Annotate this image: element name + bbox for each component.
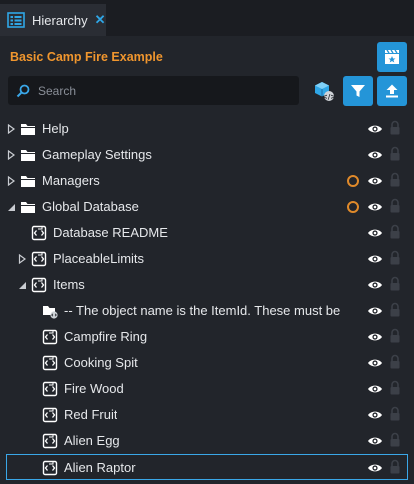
tree-row[interactable]: Campfire Ring [0, 324, 414, 350]
script-icon [42, 355, 58, 371]
tree-row[interactable]: PlaceableLimits [0, 246, 414, 272]
visibility-eye-icon[interactable] [367, 460, 383, 476]
tree-item-label: Cooking Spit [64, 355, 138, 370]
script-icon [42, 433, 58, 449]
tree-row[interactable]: Gameplay Settings [0, 142, 414, 168]
filter-button[interactable] [343, 76, 373, 106]
tab-title: Hierarchy [32, 12, 88, 28]
visibility-eye-icon[interactable] [367, 277, 383, 293]
lock-icon[interactable] [389, 380, 401, 396]
script-icon [31, 225, 47, 241]
tree-item-label: Campfire Ring [64, 329, 148, 344]
tree-row[interactable]: Items [0, 272, 414, 298]
search-input[interactable] [36, 82, 280, 99]
close-icon[interactable]: ✕ [95, 12, 106, 28]
hierarchy-icon [7, 12, 25, 28]
tree-item-label: Gameplay Settings [42, 147, 152, 162]
visibility-eye-icon[interactable] [367, 407, 383, 423]
lock-icon[interactable] [389, 224, 401, 240]
lock-icon[interactable] [389, 354, 401, 370]
lock-icon[interactable] [389, 406, 401, 422]
collapsed-arrow-icon[interactable] [6, 150, 16, 160]
svg-text:</>: </> [322, 93, 335, 101]
tree-row[interactable]: Cooking Spit [0, 350, 414, 376]
lock-icon[interactable] [389, 459, 401, 475]
collapsed-arrow-icon[interactable] [6, 124, 16, 134]
tree-row[interactable]: Global Database [0, 194, 414, 220]
tree-item-label: Alien Egg [64, 433, 120, 448]
script-icon [31, 277, 47, 293]
visibility-eye-icon[interactable] [367, 329, 383, 345]
visibility-eye-icon[interactable] [367, 355, 383, 371]
expanded-arrow-icon[interactable] [6, 202, 16, 212]
create-scene-button[interactable] [377, 42, 407, 72]
tree-row[interactable]: Help [0, 116, 414, 142]
visibility-eye-icon[interactable] [367, 303, 383, 319]
tree-row[interactable]: Database README [0, 220, 414, 246]
visibility-eye-icon[interactable] [367, 381, 383, 397]
tree-item-label: PlaceableLimits [53, 251, 145, 266]
script-icon [31, 251, 47, 267]
visibility-eye-icon[interactable] [367, 173, 383, 189]
folder-icon [21, 124, 35, 135]
folder-icon [21, 202, 35, 213]
tree-item-label: Fire Wood [64, 381, 124, 396]
tree-item-label: Red Fruit [64, 407, 118, 422]
lock-icon[interactable] [389, 328, 401, 344]
tree-row[interactable]: Fire Wood [0, 376, 414, 402]
script-icon [42, 381, 58, 397]
hierarchy-tree: Help Gameplay Settings Managers Global Data… [0, 116, 414, 480]
folder-icon [21, 176, 35, 187]
collapsed-arrow-icon[interactable] [17, 254, 27, 264]
lock-icon[interactable] [389, 146, 401, 162]
collapse-all-button[interactable] [377, 76, 407, 106]
tree-row[interactable]: Managers [0, 168, 414, 194]
visibility-eye-icon[interactable] [367, 251, 383, 267]
script-icon [42, 460, 58, 476]
hierarchy-panel: Basic Camp Fire Example </> He [0, 36, 414, 484]
visibility-eye-icon[interactable] [367, 147, 383, 163]
folder-icon [21, 150, 35, 161]
cube-script-icon[interactable]: </> [313, 80, 335, 102]
lock-icon[interactable] [389, 302, 401, 318]
lock-icon[interactable] [389, 198, 401, 214]
visibility-eye-icon[interactable] [367, 225, 383, 241]
script-icon [42, 407, 58, 423]
clapperboard-icon [385, 49, 399, 64]
tree-item-label: -- The object name is the ItemId. These … [64, 303, 342, 318]
visibility-eye-icon[interactable] [367, 433, 383, 449]
modified-indicator-icon [347, 201, 359, 213]
tree-item-label: Database README [53, 225, 168, 240]
visibility-eye-icon[interactable] [367, 199, 383, 215]
expanded-arrow-icon[interactable] [17, 280, 27, 290]
lock-icon[interactable] [389, 120, 401, 136]
lock-icon[interactable] [389, 172, 401, 188]
visibility-eye-icon[interactable] [367, 121, 383, 137]
search-field[interactable] [8, 76, 299, 105]
tree-row[interactable]: Alien Egg [0, 428, 414, 454]
tree-row[interactable]: Red Fruit [0, 402, 414, 428]
tree-item-label: Alien Raptor [64, 460, 136, 475]
search-icon [16, 84, 30, 97]
tree-item-label: Managers [42, 173, 100, 188]
tab-hierarchy[interactable]: Hierarchy ✕ [0, 4, 106, 36]
tree-item-label: Help [42, 121, 69, 136]
filter-icon [351, 85, 365, 97]
lock-icon[interactable] [389, 250, 401, 266]
tab-bar: Hierarchy ✕ [0, 0, 414, 36]
collapsed-arrow-icon[interactable] [6, 176, 16, 186]
lock-icon[interactable] [389, 276, 401, 292]
tree-row[interactable]: Alien Raptor [6, 454, 408, 480]
script-icon [42, 329, 58, 345]
tree-item-label: Items [53, 277, 85, 292]
project-title: Basic Camp Fire Example [10, 50, 163, 64]
tree-item-label: Global Database [42, 199, 139, 214]
script-folder-icon [43, 306, 58, 319]
modified-indicator-icon [347, 175, 359, 187]
tree-row[interactable]: -- The object name is the ItemId. These … [0, 298, 414, 324]
lock-icon[interactable] [389, 432, 401, 448]
upload-icon [386, 84, 398, 98]
